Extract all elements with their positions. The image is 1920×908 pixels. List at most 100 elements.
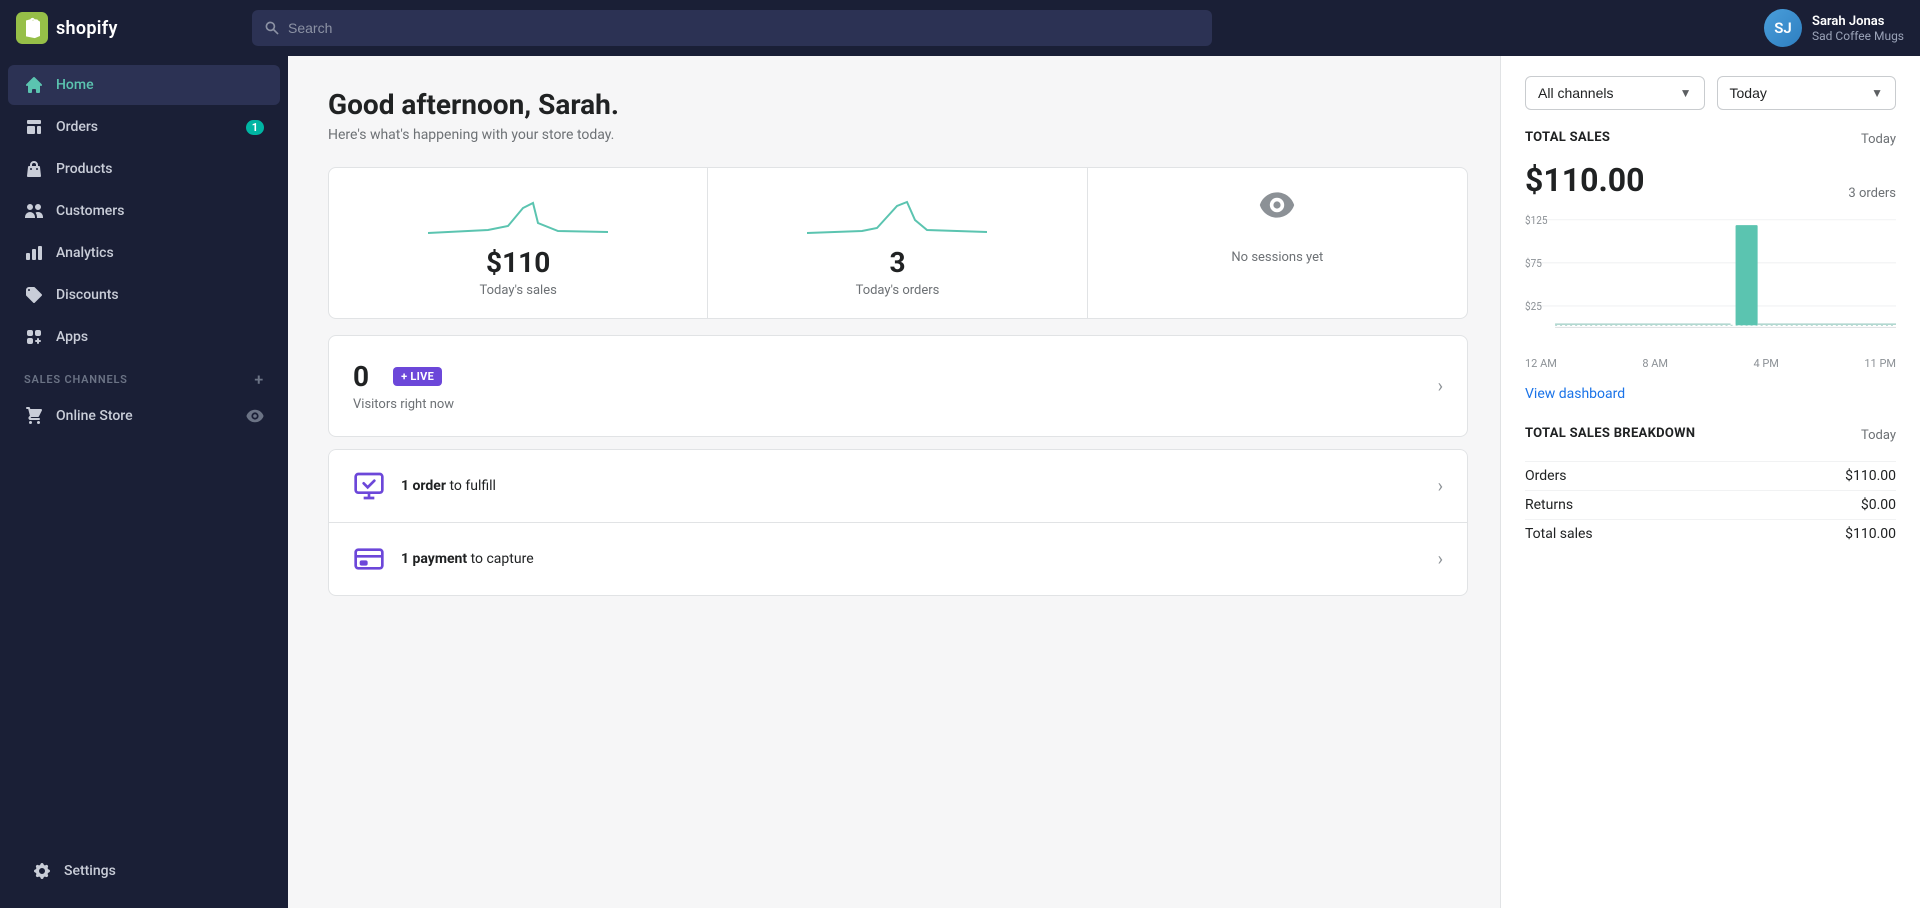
breakdown-row-returns: Returns $0.00	[1525, 490, 1896, 519]
chart-x-label-3: 11 PM	[1864, 357, 1896, 370]
stat-card-sales[interactable]: $110 Today's sales	[329, 168, 708, 318]
fulfill-icon	[353, 470, 385, 502]
stat-card-orders[interactable]: 3 Today's orders	[708, 168, 1087, 318]
logo-area[interactable]: shopify	[16, 12, 236, 44]
user-area[interactable]: SJ Sarah Jonas Sad Coffee Mugs	[1764, 9, 1904, 47]
capture-text: 1 payment to capture	[401, 551, 534, 567]
stats-row: $110 Today's sales 3 Today's orders	[328, 167, 1468, 319]
customers-icon	[24, 201, 44, 221]
search-input[interactable]	[288, 20, 1200, 36]
orders-badge: 1	[246, 120, 264, 135]
products-icon	[24, 159, 44, 179]
online-store-label: Online Store	[56, 408, 133, 424]
visitors-chevron-icon: ›	[1438, 376, 1443, 397]
live-badge: LIVE	[393, 367, 442, 386]
sales-value: $110	[486, 246, 550, 279]
content-area: Good afternoon, Sarah. Here's what's hap…	[288, 56, 1500, 908]
svg-text:$125: $125	[1525, 214, 1548, 227]
orders-icon	[24, 117, 44, 137]
total-sales-title: TOTAL SALES	[1525, 130, 1610, 145]
sidebar-item-apps[interactable]: Apps	[8, 317, 280, 357]
sidebar-item-discounts[interactable]: Discounts	[8, 275, 280, 315]
right-panel-filters: All channels ▼ Today ▼	[1525, 76, 1896, 110]
discounts-icon	[24, 285, 44, 305]
settings-icon	[32, 861, 52, 881]
avatar: SJ	[1764, 9, 1802, 47]
sessions-label: No sessions yet	[1231, 250, 1323, 265]
total-sales-amount: $110.00	[1525, 161, 1644, 199]
period-filter-dropdown[interactable]: Today ▼	[1717, 76, 1897, 110]
breakdown-period: Today	[1861, 428, 1896, 443]
eye-icon	[246, 407, 264, 425]
sidebar-item-analytics-label: Analytics	[56, 245, 114, 261]
breakdown-returns-value: $0.00	[1861, 497, 1896, 513]
fulfill-text-bold: 1 order	[401, 478, 446, 494]
top-nav: shopify SJ Sarah Jonas Sad Coffee Mugs	[0, 0, 1920, 56]
breakdown-row-orders: Orders $110.00	[1525, 461, 1896, 490]
period-filter-label: Today	[1730, 85, 1767, 101]
sidebar-item-home[interactable]: Home	[8, 65, 280, 105]
total-sales-section-header: TOTAL SALES Today	[1525, 130, 1896, 149]
capture-text-bold: 1 payment	[401, 551, 467, 567]
fulfill-order-card[interactable]: 1 order to fulfill ›	[328, 449, 1468, 522]
sidebar-item-orders[interactable]: Orders 1	[8, 107, 280, 147]
sidebar-item-customers[interactable]: Customers	[8, 191, 280, 231]
sidebar-item-products[interactable]: Products	[8, 149, 280, 189]
fulfill-text-suffix: to fulfill	[446, 478, 496, 494]
breakdown-returns-label: Returns	[1525, 497, 1573, 513]
main-layout: Home Orders 1 Products Customers	[0, 56, 1920, 908]
sessions-chart-area	[1112, 188, 1443, 238]
visitors-count: 0	[353, 360, 369, 393]
sidebar: Home Orders 1 Products Customers	[0, 56, 288, 908]
visitors-card[interactable]: 0 LIVE Visitors right now ›	[328, 335, 1468, 437]
channel-filter-label: All channels	[1538, 85, 1614, 101]
sales-label: Today's sales	[479, 283, 556, 298]
greeting-title: Good afternoon, Sarah.	[328, 88, 1468, 121]
greeting-subtitle: Here's what's happening with your store …	[328, 127, 1468, 143]
sidebar-item-discounts-label: Discounts	[56, 287, 119, 303]
orders-count: 3 orders	[1848, 186, 1896, 201]
capture-payment-card[interactable]: 1 payment to capture ›	[328, 522, 1468, 596]
svg-text:$25: $25	[1525, 300, 1542, 313]
add-channel-icon[interactable]: +	[254, 370, 264, 389]
stat-card-sessions[interactable]: No sessions yet	[1088, 168, 1467, 318]
chart-x-label-2: 4 PM	[1753, 357, 1778, 370]
apps-icon	[24, 327, 44, 347]
action-cards-group: 1 order to fulfill › 1 payment to captur…	[328, 449, 1468, 597]
sales-channels-section: SALES CHANNELS +	[0, 358, 288, 395]
svg-text:$75: $75	[1525, 257, 1542, 270]
chart-x-label-0: 12 AM	[1525, 357, 1557, 370]
breakdown-section: TOTAL SALES BREAKDOWN Today Orders $110.…	[1525, 426, 1896, 548]
sidebar-item-products-label: Products	[56, 161, 113, 177]
visitors-left: 0 LIVE Visitors right now	[353, 360, 1438, 412]
period-caret-icon: ▼	[1871, 86, 1883, 100]
sidebar-item-apps-label: Apps	[56, 329, 88, 345]
fulfill-text: 1 order to fulfill	[401, 478, 496, 494]
store-icon	[24, 406, 44, 426]
logo-text: shopify	[56, 18, 118, 39]
orders-mini-chart	[732, 188, 1062, 238]
breakdown-total-label: Total sales	[1525, 526, 1593, 542]
user-info: Sarah Jonas Sad Coffee Mugs	[1812, 14, 1904, 43]
sidebar-item-online-store[interactable]: Online Store	[8, 396, 280, 436]
visitors-label: Visitors right now	[353, 397, 1438, 412]
chart-x-label-1: 8 AM	[1642, 357, 1668, 370]
user-name: Sarah Jonas	[1812, 14, 1904, 29]
sidebar-item-settings[interactable]: Settings	[16, 851, 272, 891]
channel-caret-icon: ▼	[1680, 86, 1692, 100]
breakdown-total-value: $110.00	[1845, 526, 1896, 542]
sidebar-item-home-label: Home	[56, 77, 94, 93]
analytics-icon	[24, 243, 44, 263]
breakdown-orders-label: Orders	[1525, 468, 1567, 484]
channel-filter-dropdown[interactable]: All channels ▼	[1525, 76, 1705, 110]
breakdown-row-total: Total sales $110.00	[1525, 519, 1896, 548]
search-bar[interactable]	[252, 10, 1212, 46]
capture-chevron-icon: ›	[1438, 549, 1443, 570]
orders-value: 3	[889, 246, 905, 279]
eye-icon-large	[1259, 187, 1295, 230]
payment-icon	[353, 543, 385, 575]
fulfill-chevron-icon: ›	[1438, 476, 1443, 497]
sidebar-item-analytics[interactable]: Analytics	[8, 233, 280, 273]
settings-section: Settings	[0, 834, 288, 900]
view-dashboard-link[interactable]: View dashboard	[1525, 386, 1896, 402]
